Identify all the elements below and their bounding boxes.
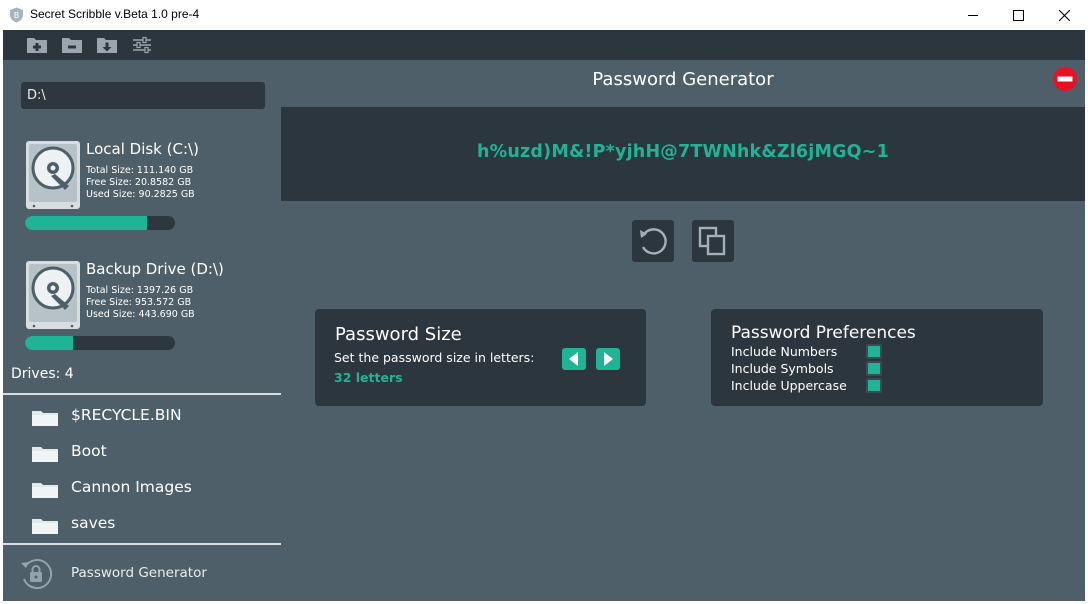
size-value: 32 letters xyxy=(334,370,403,385)
svg-text:B: B xyxy=(14,11,20,20)
regenerate-button[interactable] xyxy=(632,220,674,262)
generated-password: h%uzd)M&!P*yjhH@7TWNhk&Zl6jMGQ~1 xyxy=(477,142,889,162)
pref-label: Include Symbols xyxy=(731,361,834,376)
folder-plus-icon[interactable] xyxy=(26,36,48,54)
window-title: Secret Scribble v.Beta 1.0 pre-4 xyxy=(30,7,200,21)
folder-item[interactable]: $RECYCLE.BIN xyxy=(31,403,271,431)
include-symbols-checkbox[interactable] xyxy=(866,361,882,376)
maximize-button[interactable] xyxy=(995,0,1041,30)
include-uppercase-checkbox[interactable] xyxy=(866,378,882,393)
drive-used-size: Used Size: 443.690 GB xyxy=(86,309,195,320)
folder-item[interactable]: Boot xyxy=(31,439,271,467)
drive-usage-fill xyxy=(25,216,147,230)
folder-label: $RECYCLE.BIN xyxy=(71,406,182,424)
folder-label: Boot xyxy=(71,442,107,460)
include-numbers-checkbox[interactable] xyxy=(866,344,882,359)
size-description: Set the password size in letters: xyxy=(334,350,535,365)
path-input[interactable] xyxy=(21,82,265,109)
folder-label: Cannon Images xyxy=(71,478,192,496)
drives-count: Drives: 4 xyxy=(11,366,74,382)
maximize-icon xyxy=(1012,9,1024,21)
title-bar: B Secret Scribble v.Beta 1.0 pre-4 xyxy=(0,0,1088,30)
increase-size-button[interactable] xyxy=(596,348,620,370)
folder-icon xyxy=(32,483,58,498)
drive-used-size: Used Size: 90.2825 GB xyxy=(86,189,195,200)
divider xyxy=(3,543,281,545)
folder-icon xyxy=(32,411,58,426)
copy-icon xyxy=(698,226,726,256)
drive-usage-fill xyxy=(25,336,73,350)
drive-item-c[interactable]: Local Disk (C:\) Total Size: 111.140 GB … xyxy=(25,140,275,250)
lock-refresh-icon xyxy=(21,559,53,589)
sliders-icon[interactable] xyxy=(131,36,153,54)
copy-button[interactable] xyxy=(692,220,734,262)
nav-password-generator[interactable]: Password Generator xyxy=(3,547,281,601)
folder-item[interactable]: Cannon Images xyxy=(31,475,271,503)
nav-label: Password Generator xyxy=(71,565,207,581)
password-size-card: Password Size Set the password size in l… xyxy=(315,309,646,406)
folder-minus-icon[interactable] xyxy=(61,36,83,54)
hard-drive-icon xyxy=(26,261,80,329)
password-display: h%uzd)M&!P*yjhH@7TWNhk&Zl6jMGQ~1 xyxy=(281,107,1085,201)
drive-total-size: Total Size: 111.140 GB xyxy=(86,165,194,176)
divider xyxy=(3,393,281,395)
drive-usage-bar xyxy=(25,336,175,350)
drive-free-size: Free Size: 20.8582 GB xyxy=(86,177,192,188)
close-button[interactable] xyxy=(1041,0,1087,30)
decrease-size-button[interactable] xyxy=(562,348,586,370)
remove-icon[interactable] xyxy=(1053,67,1077,91)
arrow-right-icon xyxy=(604,352,613,366)
minimize-button[interactable] xyxy=(950,0,996,30)
toolbar xyxy=(3,30,1085,60)
card-title: Password Preferences xyxy=(731,323,916,343)
drive-free-size: Free Size: 953.572 GB xyxy=(86,297,192,308)
folder-item[interactable]: saves xyxy=(31,511,271,539)
refresh-icon xyxy=(640,228,667,255)
drive-name: Backup Drive (D:\) xyxy=(86,260,224,278)
pref-include-symbols: Include Symbols xyxy=(731,361,911,377)
page-title: Password Generator xyxy=(592,69,774,90)
card-title: Password Size xyxy=(335,324,462,345)
sidebar: Local Disk (C:\) Total Size: 111.140 GB … xyxy=(3,60,281,601)
drive-total-size: Total Size: 1397.26 GB xyxy=(86,285,194,296)
folder-icon xyxy=(32,447,58,462)
pref-include-uppercase: Include Uppercase xyxy=(731,378,911,394)
arrow-left-icon xyxy=(569,352,578,366)
folder-icon xyxy=(32,519,58,534)
folder-download-icon[interactable] xyxy=(96,36,118,54)
hard-drive-icon xyxy=(26,141,80,209)
shield-b-icon: B xyxy=(10,7,23,23)
minimize-icon xyxy=(967,14,978,16)
drive-name: Local Disk (C:\) xyxy=(86,140,199,158)
folder-label: saves xyxy=(71,514,116,532)
pref-label: Include Numbers xyxy=(731,344,838,359)
close-icon xyxy=(1058,9,1070,21)
password-preferences-card: Password Preferences Include Numbers Inc… xyxy=(711,309,1043,406)
main-panel: Password Generator h%uzd)M&!P*yjhH@7TWNh… xyxy=(281,60,1085,601)
pref-include-numbers: Include Numbers xyxy=(731,344,911,360)
pref-label: Include Uppercase xyxy=(731,378,847,393)
drive-usage-bar xyxy=(25,216,175,230)
drive-item-d[interactable]: Backup Drive (D:\) Total Size: 1397.26 G… xyxy=(25,260,275,370)
